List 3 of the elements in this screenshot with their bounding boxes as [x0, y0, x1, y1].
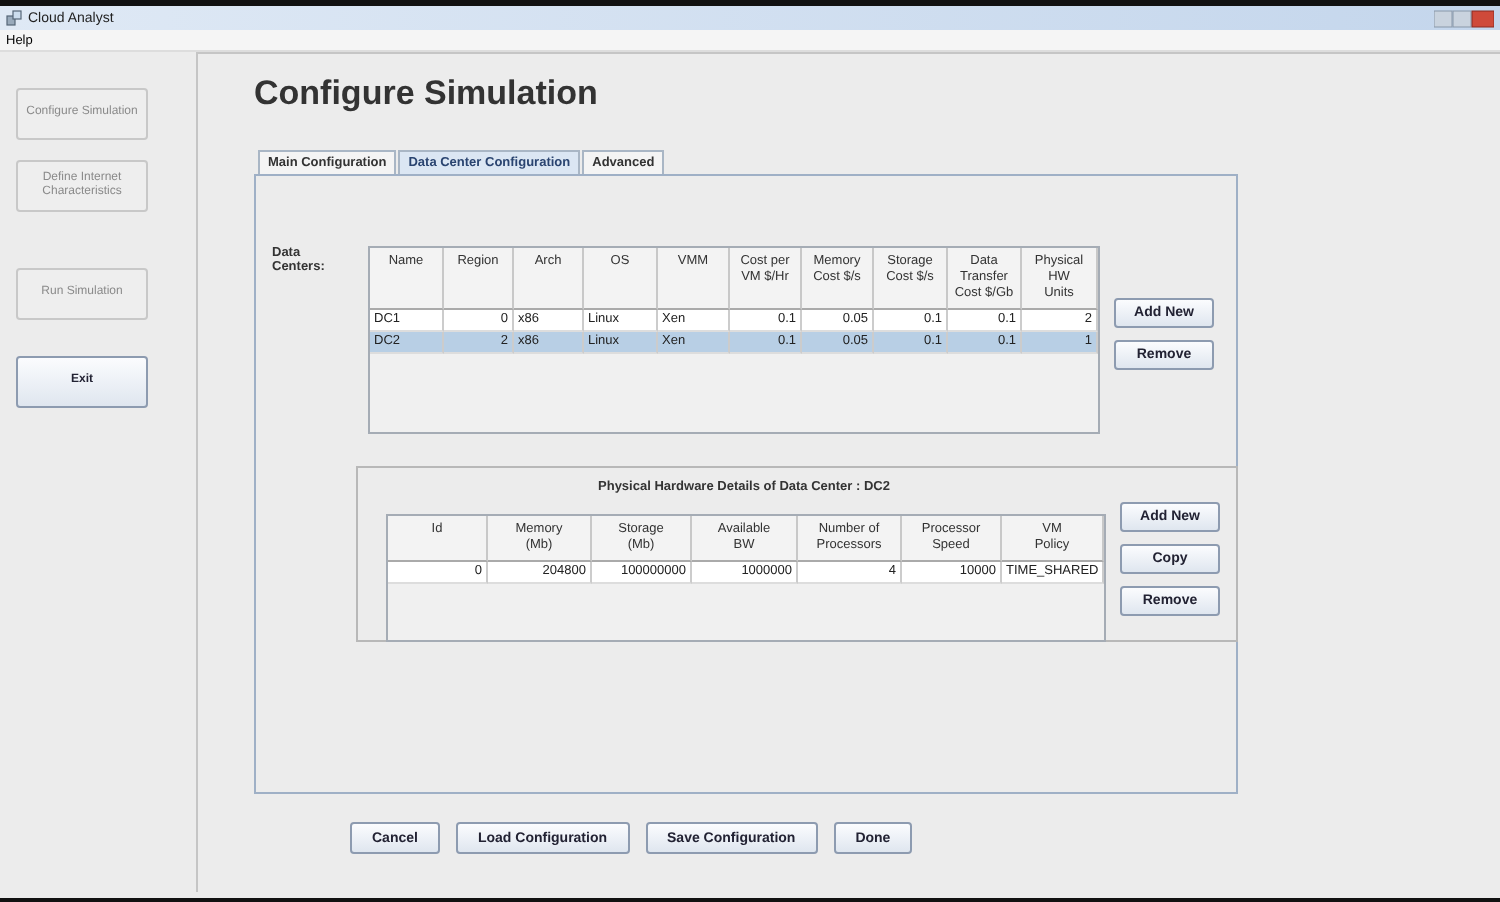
page-heading: Configure Simulation — [254, 74, 600, 114]
window-controls-icon[interactable] — [1434, 9, 1494, 27]
app-icon — [6, 10, 22, 26]
